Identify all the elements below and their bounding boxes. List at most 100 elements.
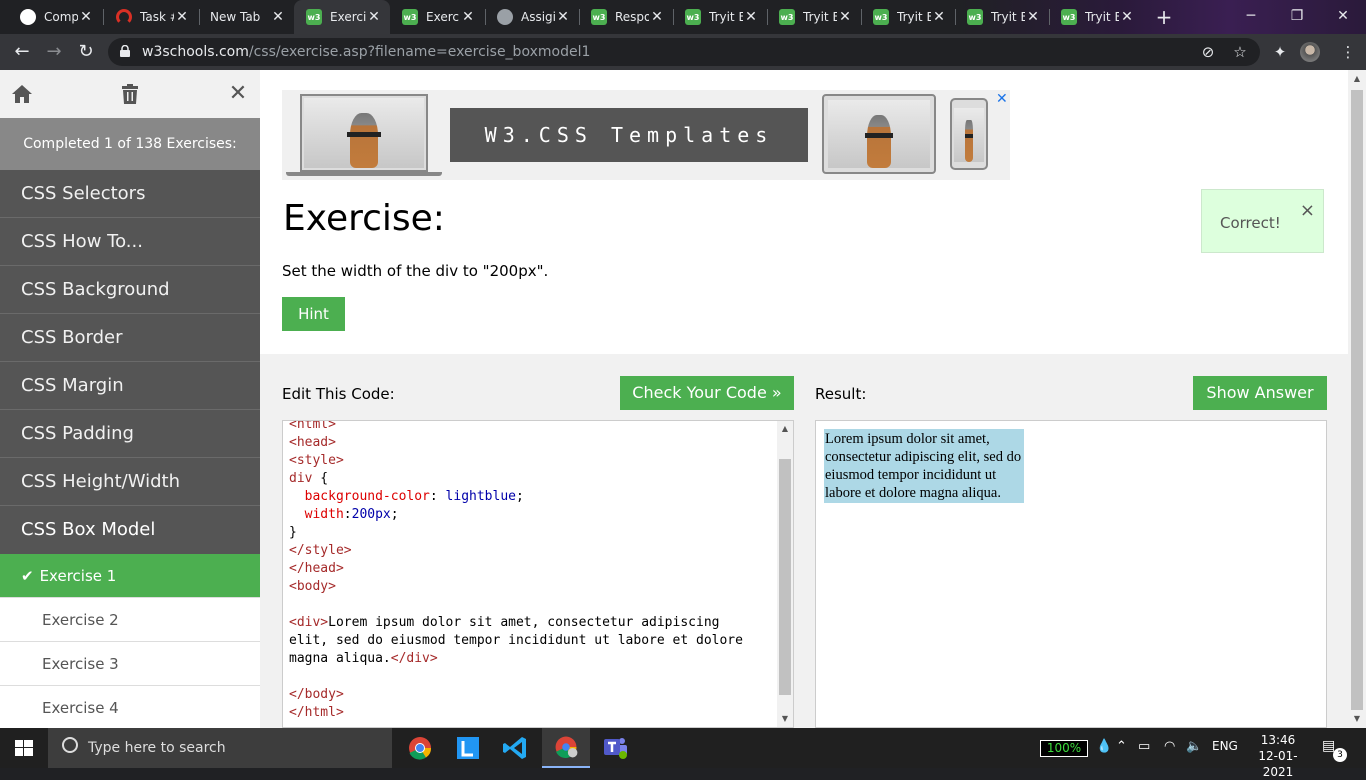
sidebar-toolbar: ✕ [0,70,260,118]
ad-close-icon[interactable]: ✕ [996,91,1008,107]
exercise-sidebar: ✕ Completed 1 of 138 Exercises: CSS Sele… [0,70,260,728]
location-icon[interactable]: 💧 [1096,739,1112,754]
browser-tab[interactable]: Comp ✕ [8,0,102,34]
browser-tab[interactable]: w3 Tryit E ✕ [955,0,1049,34]
sidebar-category[interactable]: CSS Padding [0,410,260,458]
browser-tab[interactable]: w3 Tryit E ✕ [767,0,861,34]
bookmark-star-icon[interactable]: ☆ [1228,40,1252,64]
new-tab-button[interactable]: + [1153,6,1175,28]
result-div: Lorem ipsum dolor sit amet, consectetur … [824,429,1024,503]
sidebar-category[interactable]: CSS Selectors [0,170,260,218]
lightshot-icon[interactable] [444,728,492,768]
maximize-button[interactable]: ❐ [1274,0,1320,32]
advertisement[interactable]: W3.CSS Templates ✕ [282,90,1010,180]
close-tab-icon[interactable]: ✕ [931,9,947,25]
progress-text: Completed 1 of 138 Exercises: [0,118,260,170]
sidebar-exercise[interactable]: Exercise 2 [0,598,260,642]
code-text[interactable]: <html> <head> <style> div { background-c… [289,421,743,722]
correct-alert: Correct! × [1201,189,1324,253]
ad-laptop-image [300,94,428,172]
sidebar-category[interactable]: CSS Height/Width [0,458,260,506]
reload-button[interactable]: ↻ [74,40,98,64]
battery-icon[interactable]: ▭ [1138,739,1150,754]
clock[interactable]: 13:46 12-01-2021 [1248,732,1308,780]
address-bar[interactable]: w3schools.com/css/exercise.asp?filename=… [108,38,1260,66]
close-tab-icon[interactable]: ✕ [270,9,286,25]
scroll-up-icon[interactable]: ▲ [777,421,793,437]
browser-tab-active[interactable]: w3 Exerci ✕ [294,0,390,34]
volume-icon[interactable]: 🔈 [1186,739,1202,754]
sidebar-category[interactable]: CSS Background [0,266,260,314]
browser-tab[interactable]: w3 Tryit E ✕ [1049,0,1143,34]
home-icon[interactable] [10,82,34,106]
sidebar-category[interactable]: CSS Margin [0,362,260,410]
back-button[interactable]: ← [10,40,34,64]
scroll-down-icon[interactable]: ▼ [777,711,793,727]
taskbar-search[interactable]: Type here to search [48,728,392,768]
menu-icon[interactable]: ⋮ [1336,40,1360,64]
browser-tab[interactable]: w3 Respo ✕ [579,0,673,34]
page-scrollbar[interactable]: ▲ ▼ [1348,70,1366,728]
browser-tab[interactable]: w3 Tryit E ✕ [861,0,955,34]
close-tab-icon[interactable]: ✕ [649,9,665,25]
chevron-up-icon[interactable]: ⌃ [1116,739,1127,754]
browser-tab[interactable]: Task # ✕ [104,0,198,34]
battery-percentage[interactable]: 100% [1040,740,1088,757]
w3schools-icon: w3 [873,9,889,25]
language-indicator[interactable]: ENG [1212,739,1238,753]
w3schools-icon: w3 [591,9,607,25]
close-tab-icon[interactable]: ✕ [837,9,853,25]
close-tab-icon[interactable]: ✕ [460,9,476,25]
browser-tab[interactable]: New Tab ✕ [198,0,294,34]
close-tab-icon[interactable]: ✕ [366,9,382,25]
chrome-active-icon[interactable] [542,728,590,768]
scrollbar-thumb[interactable] [779,459,791,695]
teams-icon[interactable] [592,728,640,768]
w3schools-icon: w3 [779,9,795,25]
sidebar-category[interactable]: CSS How To... [0,218,260,266]
close-tab-icon[interactable]: ✕ [743,9,759,25]
show-answer-button[interactable]: Show Answer [1193,376,1327,410]
trash-icon[interactable] [118,82,142,106]
task-icon [116,9,132,25]
browser-tab[interactable]: w3 Tryit E ✕ [673,0,767,34]
close-alert-icon[interactable]: × [1300,200,1315,221]
sidebar-category[interactable]: CSS Border [0,314,260,362]
tracking-off-icon[interactable]: ⊘ [1196,40,1220,64]
sidebar-category-active[interactable]: CSS Box Model [0,506,260,554]
page-content: ✕ Completed 1 of 138 Exercises: CSS Sele… [0,70,1366,728]
extensions-icon[interactable]: ✦ [1268,40,1292,64]
close-tab-icon[interactable]: ✕ [1119,9,1135,25]
minimize-button[interactable]: ─ [1228,0,1274,32]
scroll-down-icon[interactable]: ▼ [1348,710,1366,728]
scroll-up-icon[interactable]: ▲ [1348,70,1366,88]
hint-button[interactable]: Hint [282,297,345,331]
taskbar: Type here to search 100% 💧 ⌃ ▭ ◠ 🔈 ENG 1… [0,728,1366,779]
close-tab-icon[interactable]: ✕ [174,9,190,25]
sidebar-exercise[interactable]: Exercise 3 [0,642,260,686]
close-window-button[interactable]: ✕ [1320,0,1366,32]
sidebar-exercise-active[interactable]: ✔ Exercise 1 [0,554,260,598]
forward-button[interactable]: → [42,40,66,64]
date: 12-01-2021 [1258,749,1298,779]
chrome-icon[interactable] [396,728,444,768]
ad-banner-text: W3.CSS Templates [450,108,808,162]
sidebar-exercise[interactable]: Exercise 4 [0,686,260,728]
close-tab-icon[interactable]: ✕ [78,9,94,25]
scrollbar-thumb[interactable] [1351,90,1363,710]
close-tab-icon[interactable]: ✕ [555,9,571,25]
windows-start-icon[interactable] [0,728,48,768]
close-sidebar-icon[interactable]: ✕ [226,82,250,106]
lock-icon[interactable] [120,45,130,57]
close-tab-icon[interactable]: ✕ [1025,9,1041,25]
code-editor[interactable]: <html> <head> <style> div { background-c… [282,420,794,728]
wifi-icon[interactable]: ◠ [1164,739,1175,754]
exercise-description: Set the width of the div to "200px". [282,262,549,280]
editor-scrollbar[interactable]: ▲ ▼ [777,421,793,727]
browser-tab[interactable]: w3 Exerci ✕ [390,0,484,34]
profile-avatar[interactable] [1300,42,1320,62]
browser-tab[interactable]: Assigi ✕ [485,0,579,34]
vscode-icon[interactable] [492,728,540,768]
ad-tablet-image [822,94,936,174]
check-code-button[interactable]: Check Your Code » [620,376,794,410]
